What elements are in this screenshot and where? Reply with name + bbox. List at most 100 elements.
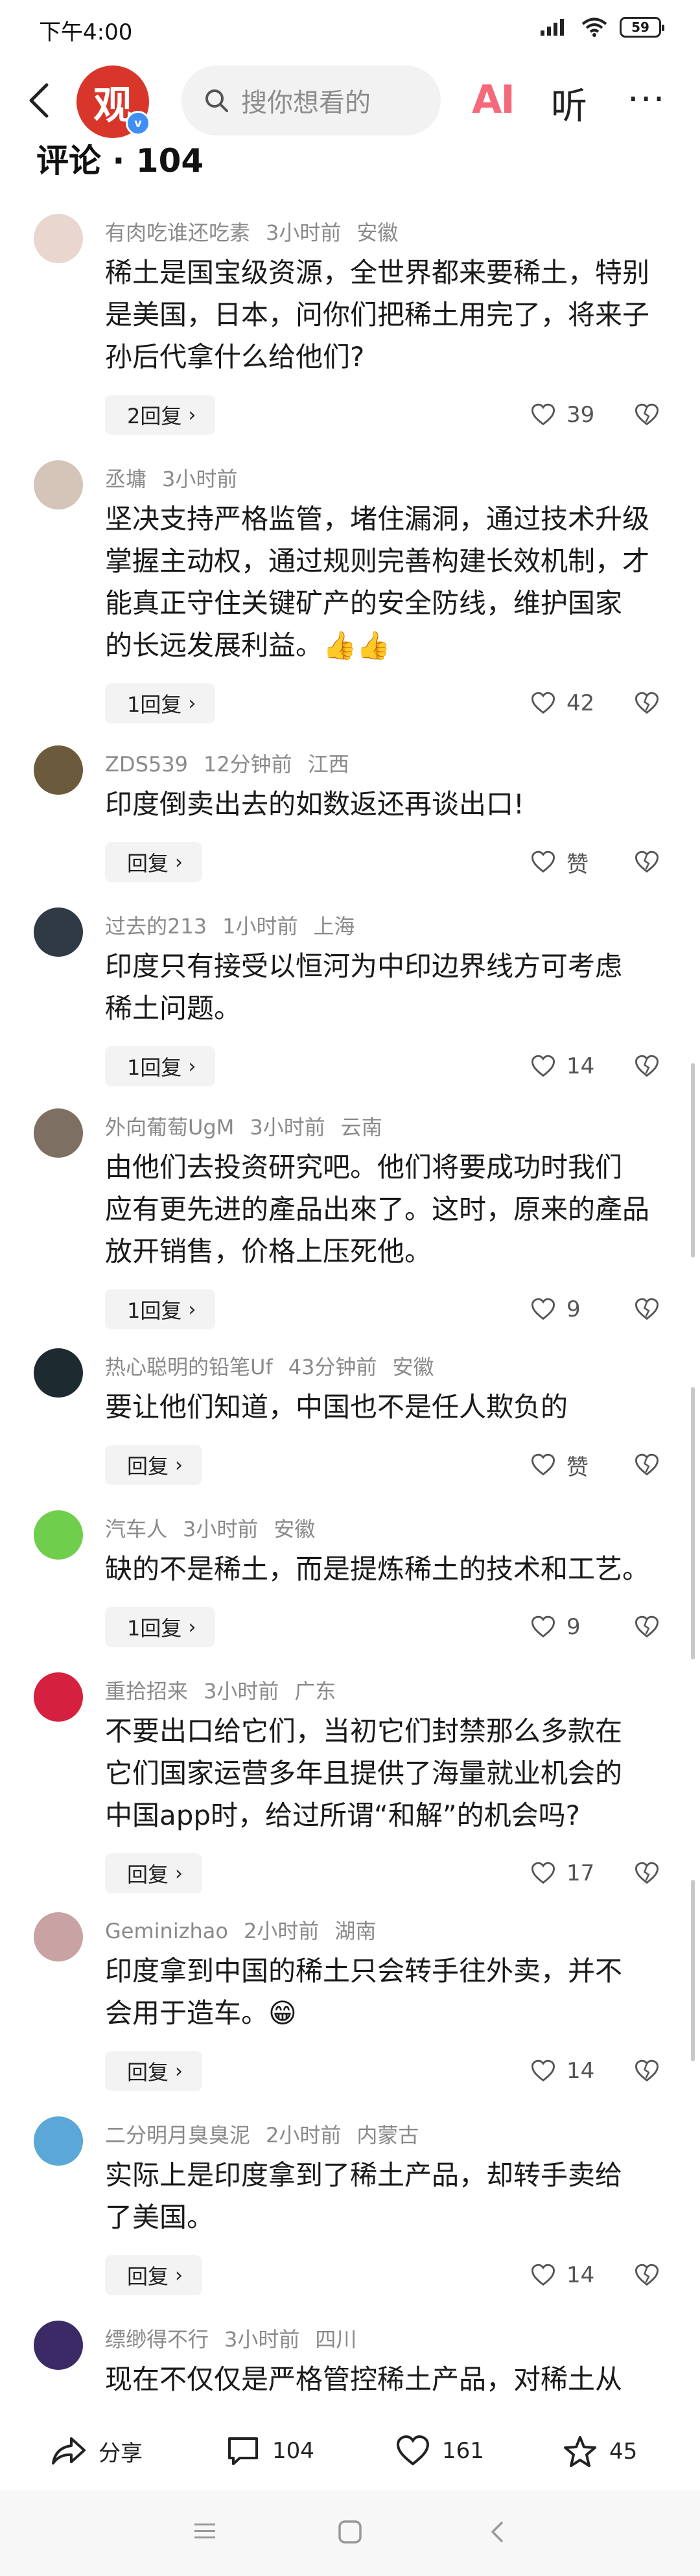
comment-like-button[interactable]: 42 [530, 683, 594, 723]
likes-count: 161 [442, 2438, 484, 2464]
signal-icon [541, 19, 564, 36]
reply-button[interactable]: 回复 › [105, 842, 203, 882]
heart-icon [531, 403, 555, 426]
comment-like-button[interactable]: 9 [530, 1607, 581, 1647]
listen-button[interactable]: 听 [551, 77, 587, 130]
comment-meta: 汽车人 3小时前 安徽 [105, 1513, 331, 1543]
favorite-button[interactable]: 45 [563, 2435, 637, 2468]
avatar[interactable] [34, 1672, 83, 1722]
avatar[interactable] [34, 907, 83, 957]
chevron-right-icon: › [188, 403, 196, 427]
scrollbar-lower[interactable] [691, 1880, 695, 2061]
comment-username[interactable]: ZDS539 [105, 752, 188, 777]
dislike-button[interactable] [634, 1445, 660, 1485]
search-placeholder: 搜你想看的 [241, 88, 371, 118]
reply-button[interactable]: 回复 › [105, 2051, 203, 2091]
menu-icon[interactable] [192, 2520, 218, 2541]
comment-text-line: 稀土是国宝级资源，全世界都来要稀土，特别 [105, 257, 650, 288]
reply-label: 2回复 [127, 404, 182, 428]
comment-meta: 丞墉 3小时前 [105, 463, 253, 493]
comment-username[interactable]: 有肉吃谁还吃素 [105, 220, 250, 245]
comment-meta: 有肉吃谁还吃素 3小时前 安徽 [105, 217, 414, 246]
back-icon[interactable] [26, 81, 52, 120]
chevron-right-icon: › [175, 2264, 183, 2287]
share-button[interactable]: 分享 [51, 2435, 143, 2467]
avatar[interactable] [34, 745, 83, 795]
favorites-count: 45 [609, 2439, 638, 2465]
comment-meta: 重拾招来 3小时前 广东 [105, 1675, 351, 1705]
reply-button[interactable]: 回复 › [105, 1853, 203, 1893]
comment-username[interactable]: 过去的213 [105, 914, 207, 939]
broken-heart-icon [635, 692, 659, 714]
dislike-button[interactable] [634, 1853, 660, 1893]
comment-username[interactable]: 丞墉 [105, 467, 146, 491]
avatar[interactable] [34, 1912, 83, 1961]
comments-title: 评论 · 104 [36, 142, 204, 180]
comment-like-button[interactable]: 14 [530, 2255, 594, 2295]
comment-like-button[interactable]: 17 [530, 1853, 594, 1893]
reply-button[interactable]: 回复 › [105, 2255, 203, 2295]
comments-button[interactable]: 104 [226, 2435, 314, 2467]
comment-like-button[interactable]: 14 [530, 2051, 594, 2091]
comment-text-line: 了美国。 [105, 2201, 215, 2233]
comment-username[interactable]: 二分明月臭臭泥 [105, 2123, 250, 2148]
channel-avatar[interactable]: 观 v [76, 65, 150, 138]
comment-time: 3小时前 [162, 467, 238, 491]
comment-like-button[interactable]: 14 [530, 1046, 594, 1086]
broken-heart-icon [635, 2059, 659, 2082]
dislike-button[interactable] [634, 2051, 660, 2091]
comment-username[interactable]: 外向葡萄UgM [105, 1115, 234, 1140]
nav-back-icon[interactable] [487, 2519, 507, 2545]
like-button[interactable]: 161 [395, 2435, 484, 2467]
dislike-button[interactable] [634, 683, 660, 723]
avatar[interactable] [34, 1510, 83, 1560]
avatar[interactable] [34, 2321, 83, 2370]
avatar[interactable] [34, 2116, 83, 2166]
dislike-button[interactable] [634, 395, 660, 435]
heart-icon [531, 1298, 555, 1320]
reply-button[interactable]: 1回复 › [105, 1289, 216, 1329]
scrollbar[interactable] [691, 1063, 695, 1258]
comments-count: 104 [272, 2438, 314, 2464]
status-time: 下午4:00 [39, 19, 133, 45]
ai-button[interactable]: AI [472, 77, 515, 123]
comment-like-button[interactable]: 9 [530, 1289, 581, 1329]
comment-location: 内蒙古 [356, 2123, 419, 2148]
heart-icon [531, 850, 555, 873]
comment-username[interactable]: 汽车人 [105, 1517, 167, 1541]
comment-like-button[interactable]: 39 [530, 395, 594, 435]
comment-like-button[interactable]: 赞 [530, 1445, 589, 1485]
heart-icon [531, 2264, 555, 2286]
reply-label: 回复 [127, 2264, 169, 2289]
comment-meta: 缥缈得不行 3小时前 四川 [105, 2323, 372, 2353]
avatar[interactable] [34, 214, 83, 263]
search-input[interactable]: 搜你想看的 [181, 65, 441, 135]
dislike-button[interactable] [634, 1046, 660, 1086]
scrollbar-thumb[interactable] [691, 1387, 695, 1659]
more-options-icon[interactable]: ··· [627, 78, 666, 121]
comment-text: 不要出口给它们，当初它们封禁那么多款在 它们国家运营多年且提供了海量就业机会的 中国… [105, 1710, 675, 1836]
reply-button[interactable]: 1回复 › [105, 1046, 216, 1086]
avatar[interactable] [34, 460, 83, 509]
reply-button[interactable]: 1回复 › [105, 683, 216, 723]
comment-username[interactable]: 缥缈得不行 [105, 2327, 209, 2352]
comment-username[interactable]: 重拾招来 [105, 1679, 188, 1704]
dislike-button[interactable] [634, 2255, 660, 2295]
dislike-button[interactable] [634, 1289, 660, 1329]
comment-like-button[interactable]: 赞 [530, 842, 589, 882]
dislike-button[interactable] [634, 842, 660, 882]
reply-button[interactable]: 1回复 › [105, 1607, 216, 1647]
avatar[interactable] [34, 1108, 83, 1158]
avatar[interactable] [34, 1348, 83, 1398]
comment-username[interactable]: 热心聪明的铅笔Uf [105, 1355, 273, 1379]
comment-meta: 外向葡萄UgM 3小时前 云南 [105, 1111, 398, 1141]
heart-icon [531, 1615, 555, 1638]
comment-username[interactable]: Geminizhao [105, 1919, 228, 1943]
comment-text-line: 应有更先进的產品出來了。这时，原来的產品 [105, 1193, 650, 1225]
battery-icon: 59 [620, 17, 664, 38]
reply-button[interactable]: 2回复 › [105, 395, 216, 435]
home-icon[interactable] [337, 2519, 363, 2545]
dislike-button[interactable] [634, 1607, 660, 1647]
reply-button[interactable]: 回复 › [105, 1445, 203, 1485]
chevron-right-icon: › [175, 2059, 183, 2083]
